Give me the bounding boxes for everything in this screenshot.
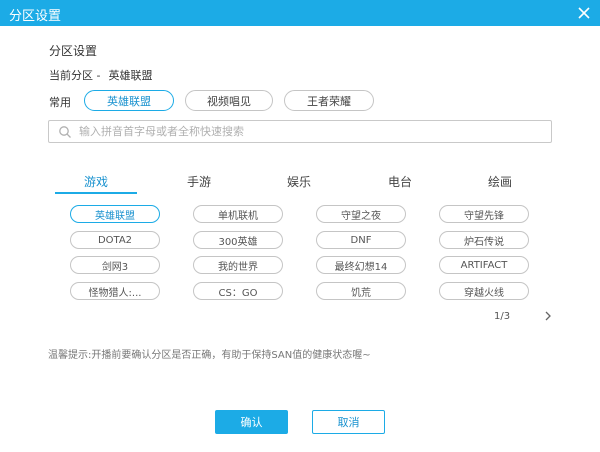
tab-mobile-games[interactable]: 手游 (187, 173, 211, 190)
tab-entertainment[interactable]: 娱乐 (287, 173, 311, 190)
current-zone-value: 英雄联盟 (108, 69, 153, 82)
game-item[interactable]: 守望之夜 (316, 205, 406, 223)
search-box (48, 120, 552, 143)
game-item[interactable]: 我的世界 (193, 256, 283, 274)
active-tab-indicator (55, 192, 137, 194)
common-label: 常用 (49, 96, 71, 109)
title-bar: 分区设置 (0, 0, 600, 26)
page-indicator: 1/3 (494, 311, 511, 322)
tip-text: 温馨提示:开播前要确认分区是否正确，有助于保持SAN值的健康状态喔~ (48, 350, 371, 361)
game-item[interactable]: CS：GO (193, 282, 283, 300)
confirm-button[interactable]: 确认 (215, 410, 288, 434)
game-item[interactable]: ARTIFACT (439, 256, 529, 274)
current-zone-label: 当前分区 - (49, 69, 101, 82)
section-title: 分区设置 (49, 44, 98, 58)
game-item[interactable]: 饥荒 (316, 282, 406, 300)
search-icon (59, 126, 71, 138)
game-item[interactable]: 单机联机 (193, 205, 283, 223)
search-input[interactable] (79, 123, 539, 140)
window-title: 分区设置 (9, 9, 62, 24)
tab-drawing[interactable]: 绘画 (488, 173, 512, 190)
game-item[interactable]: 300英雄 (193, 231, 283, 249)
game-item[interactable]: DNF (316, 231, 406, 249)
game-item[interactable]: 剑网3 (70, 256, 160, 274)
game-item[interactable]: 最终幻想14 (316, 256, 406, 274)
common-item-video-singing[interactable]: 视频唱见 (185, 90, 273, 111)
game-item[interactable]: 英雄联盟 (70, 205, 160, 223)
game-item[interactable]: 怪物猎人:... (70, 282, 160, 300)
close-icon[interactable] (574, 3, 594, 23)
common-item-lol[interactable]: 英雄联盟 (84, 90, 174, 111)
game-item[interactable]: 炉石传说 (439, 231, 529, 249)
tab-radio[interactable]: 电台 (388, 173, 412, 190)
game-item[interactable]: DOTA2 (70, 231, 160, 249)
game-item[interactable]: 守望先锋 (439, 205, 529, 223)
common-item-honor-of-kings[interactable]: 王者荣耀 (284, 90, 374, 111)
current-zone: 当前分区 - 英雄联盟 (49, 67, 152, 83)
chevron-right-icon[interactable] (541, 309, 555, 323)
tab-games[interactable]: 游戏 (84, 173, 108, 190)
game-item[interactable]: 穿越火线 (439, 282, 529, 300)
cancel-button[interactable]: 取消 (312, 410, 385, 434)
